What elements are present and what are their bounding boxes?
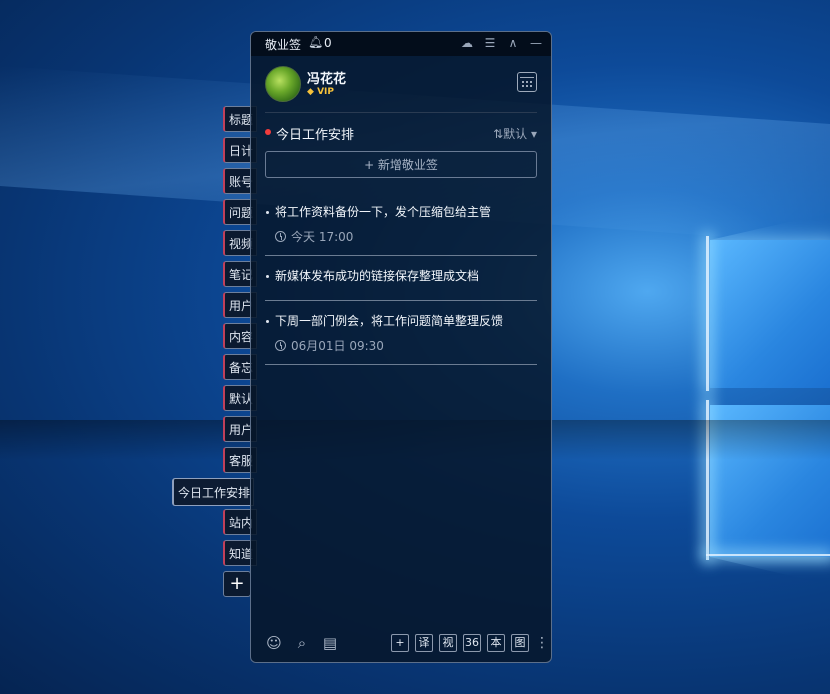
note-item[interactable]: 下周一部门例会，将工作问题简单整理反馈 06月01日 09:30 [265,301,537,365]
contacts-icon[interactable]: ☺ [265,634,283,652]
menu-icon[interactable]: ☰ [483,36,497,50]
note-list-icon[interactable]: ▤ [321,634,339,652]
status-dot [265,129,271,135]
caret-down-icon: ▾ [530,127,537,141]
avatar[interactable] [265,66,301,102]
note-time: 06月01日 09:30 [275,337,537,354]
note-text: 将工作资料备份一下，发个压缩包给主管 [275,205,492,219]
windows-logo-edge [706,554,830,556]
clock-icon [275,340,286,351]
add-button[interactable]: + [391,634,409,652]
section-title: 今日工作安排 [276,128,355,143]
more-vertical-icon[interactable]: ⋮ [535,634,549,652]
notebook-button[interactable]: 本 [487,634,505,652]
bell-icon[interactable]: 🔔︎ [308,35,323,49]
clock-icon [275,231,286,242]
minimize-icon[interactable]: — [529,36,543,50]
notification-count[interactable]: 0 [324,36,332,50]
username: 冯花花 [307,72,347,87]
note-item[interactable]: 新媒体发布成功的链接保存整理成文档 [265,256,537,301]
image-button[interactable]: 图 [511,634,529,652]
note-text: 下周一部门例会，将工作问题简单整理反馈 [275,314,504,328]
calendar-icon[interactable] [517,72,537,92]
windows-logo-edge [706,236,709,391]
app-36-button[interactable]: 36 [463,634,481,652]
add-note-button[interactable]: + 新增敬业签 [265,151,537,178]
windows-logo-pane-bottom [710,405,830,557]
note-list: 将工作资料备份一下，发个压缩包给主管 今天 17:00 新媒体发布成功的链接保存… [265,192,537,365]
side-tab-active[interactable]: 今日工作安排 [172,478,254,506]
add-tab-button[interactable]: + [223,571,251,597]
bottom-toolbar: ☺ ⌕ ▤ + 译 视 36 本 图 ⋮ [251,628,551,662]
note-item[interactable]: 将工作资料备份一下，发个压缩包给主管 今天 17:00 [265,192,537,256]
app-title: 敬业签 [265,38,302,52]
profile-header: 冯花花 ◆ VIP [265,56,537,113]
diamond-icon: ◆ [307,87,314,97]
translate-button[interactable]: 译 [415,634,433,652]
sort-icon: ⇅ [493,127,504,141]
note-text: 新媒体发布成功的链接保存整理成文档 [275,269,480,283]
windows-logo-edge [706,400,709,560]
video-button[interactable]: 视 [439,634,457,652]
search-icon[interactable]: ⌕ [293,634,311,652]
note-panel: 敬业签 🔔︎ 0 ☁ ☰ ∧ — 冯花花 ◆ VIP 今日工作安排 ⇅默认 ▾ … [250,31,552,663]
windows-logo-pane-top [710,240,830,388]
section-header: 今日工作安排 ⇅默认 ▾ [265,113,537,151]
chevron-up-icon[interactable]: ∧ [506,36,520,50]
sort-dropdown[interactable]: ⇅默认 ▾ [493,125,537,142]
cloud-sync-icon[interactable]: ☁ [460,36,474,50]
note-time: 今天 17:00 [275,228,537,245]
vip-badge: ◆ VIP [307,87,334,97]
title-bar: 敬业签 🔔︎ 0 ☁ ☰ ∧ — [251,32,551,56]
